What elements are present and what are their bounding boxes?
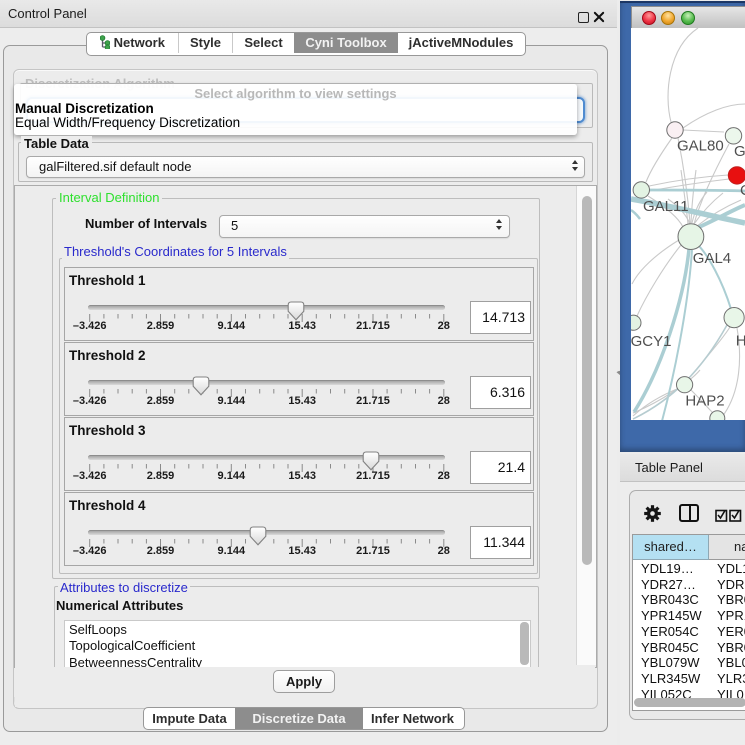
svg-text:C: C <box>740 182 745 199</box>
svg-text:GCY1: GCY1 <box>631 333 671 350</box>
svg-text:GAL4: GAL4 <box>693 250 731 267</box>
svg-text:HAP2: HAP2 <box>685 393 724 410</box>
svg-text:GA: GA <box>734 143 745 160</box>
svg-text:GAL80: GAL80 <box>677 138 724 155</box>
svg-text:H: H <box>736 332 745 349</box>
svg-text:GAL11: GAL11 <box>643 198 689 215</box>
